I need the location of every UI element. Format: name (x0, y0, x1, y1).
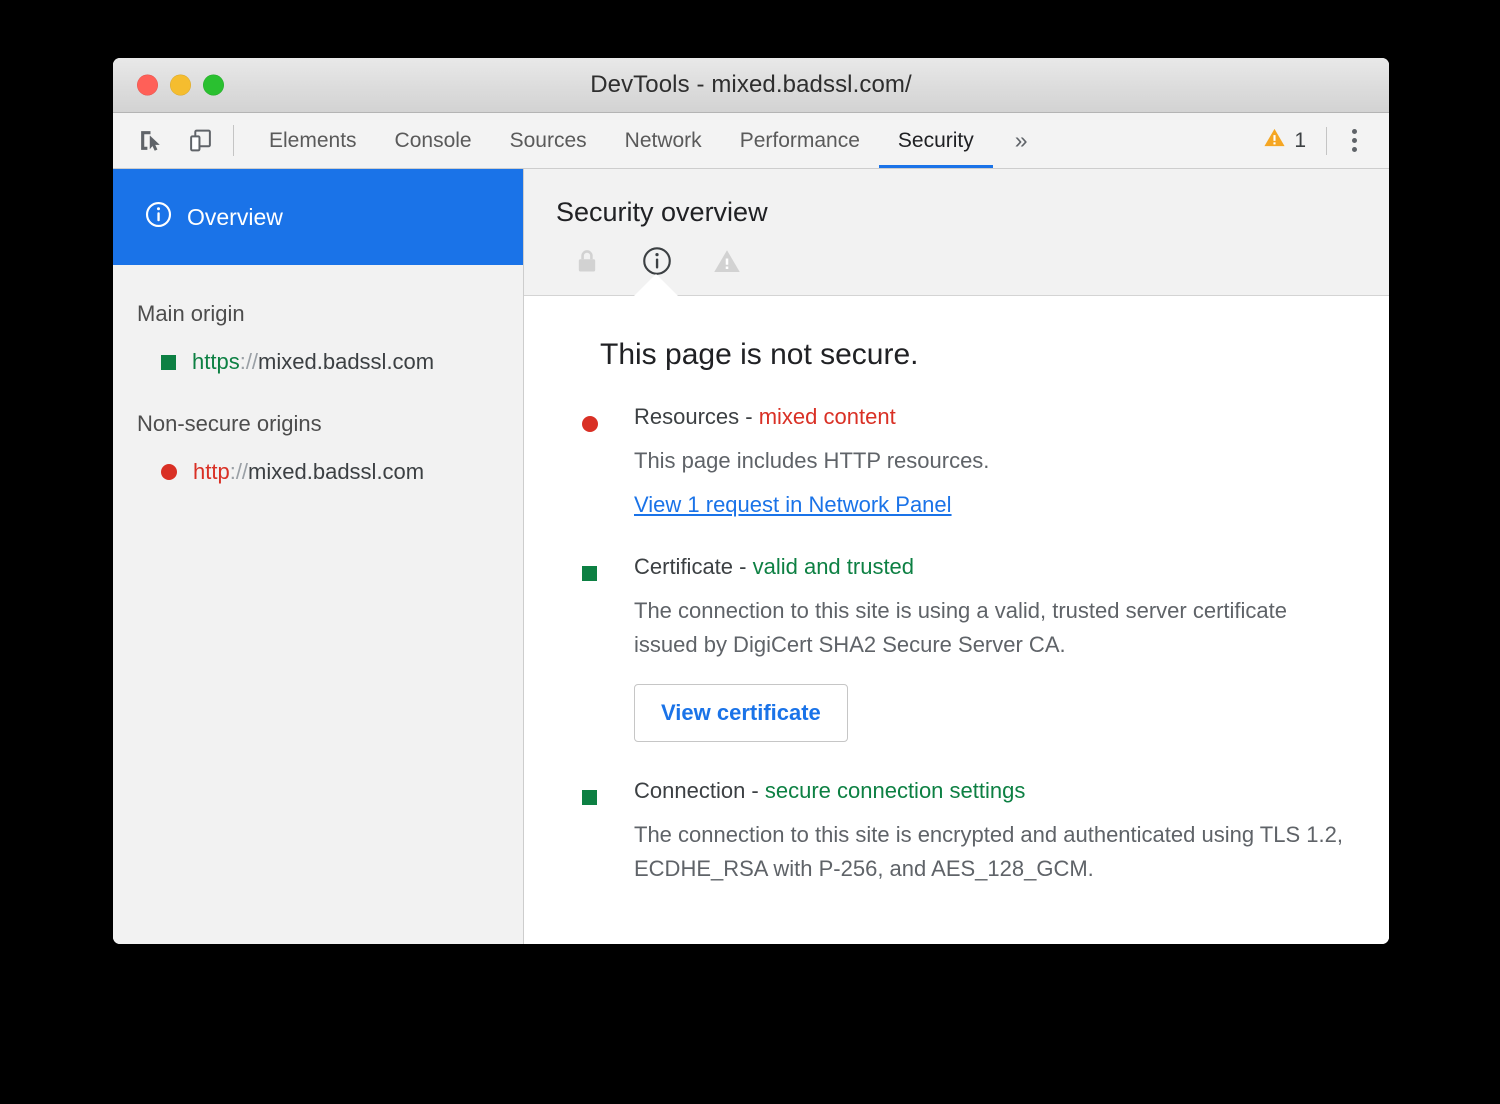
insecure-circle-icon (161, 464, 177, 480)
info-circle-icon[interactable] (640, 244, 674, 278)
secure-square-icon (582, 790, 597, 805)
sidebar-origin-https[interactable]: https://mixed.badssl.com (113, 327, 523, 375)
section-body: Resources - mixed content This page incl… (634, 404, 1349, 518)
section-title-value: mixed content (759, 404, 896, 429)
origin-host: mixed.badssl.com (258, 349, 434, 374)
tab-console[interactable]: Console (376, 113, 491, 168)
window-titlebar: DevTools - mixed.badssl.com/ (113, 58, 1389, 113)
security-sidebar: Overview Main origin https://mixed.badss… (113, 169, 524, 944)
tab-elements[interactable]: Elements (250, 113, 376, 168)
security-overview-content: This page is not secure. Resources - mix… (524, 296, 1389, 922)
section-title-value: valid and trusted (753, 554, 914, 579)
panel-tabs: Elements Console Sources Network Perform… (250, 113, 1050, 168)
lock-icon[interactable] (570, 244, 604, 278)
warning-indicator[interactable]: 1 (1251, 126, 1318, 155)
inspect-cursor-icon[interactable] (131, 122, 169, 160)
origin-scheme: http (193, 459, 230, 484)
active-state-pointer (634, 274, 678, 296)
toolbar-right-divider (1326, 127, 1327, 155)
security-panel-body: Overview Main origin https://mixed.badss… (113, 169, 1389, 944)
secure-square-icon (582, 566, 597, 581)
section-connection: Connection - secure connection settings … (572, 778, 1349, 886)
devtools-window: DevTools - mixed.badssl.com/ (113, 58, 1389, 944)
section-title: Resources - mixed content (634, 404, 1349, 430)
tab-network[interactable]: Network (606, 113, 721, 168)
devtools-tool-buttons (131, 113, 233, 168)
security-state-icons (556, 228, 1389, 278)
section-certificate: Certificate - valid and trusted The conn… (572, 554, 1349, 742)
security-main-panel: Security overview (524, 169, 1389, 944)
section-title: Certificate - valid and trusted (634, 554, 1349, 580)
origin-separator: :// (230, 459, 248, 484)
kebab-menu-icon[interactable] (1335, 122, 1373, 160)
warning-count: 1 (1294, 129, 1306, 153)
tab-security[interactable]: Security (879, 113, 993, 168)
section-body: Certificate - valid and trusted The conn… (634, 554, 1349, 742)
section-resources: Resources - mixed content This page incl… (572, 404, 1349, 518)
window-traffic-lights (137, 75, 224, 96)
section-title-value: secure connection settings (765, 778, 1026, 803)
secure-square-icon (161, 355, 176, 370)
origin-host: mixed.badssl.com (248, 459, 424, 484)
toolbar-divider (233, 125, 234, 156)
section-title-label: Connection - (634, 778, 765, 803)
origin-url: http://mixed.badssl.com (193, 459, 424, 485)
section-title-label: Certificate - (634, 554, 753, 579)
screenshot-root: DevTools - mixed.badssl.com/ (0, 0, 1500, 1104)
section-marker (572, 554, 634, 742)
origin-scheme: https (192, 349, 240, 374)
section-description: The connection to this site is encrypted… (634, 818, 1349, 886)
tab-performance[interactable]: Performance (721, 113, 879, 168)
tabbar-right-controls: 1 (1251, 113, 1389, 168)
security-headline: This page is not secure. (572, 338, 1349, 372)
origin-url: https://mixed.badssl.com (192, 349, 434, 375)
info-circle-icon (145, 201, 172, 234)
sidebar-item-label: Overview (187, 204, 283, 231)
origin-separator: :// (240, 349, 258, 374)
section-marker (572, 404, 634, 518)
section-body: Connection - secure connection settings … (634, 778, 1349, 886)
sidebar-origin-http[interactable]: http://mixed.badssl.com (113, 437, 523, 485)
insecure-circle-icon (582, 416, 598, 432)
warning-triangle-icon[interactable] (710, 244, 744, 278)
close-window-button[interactable] (137, 75, 158, 96)
device-toolbar-icon[interactable] (181, 122, 219, 160)
sidebar-group-main-origin: Main origin (113, 265, 523, 327)
page-title: Security overview (556, 197, 1389, 228)
warning-triangle-icon (1263, 126, 1286, 155)
maximize-window-button[interactable] (203, 75, 224, 96)
section-title-label: Resources - (634, 404, 759, 429)
view-requests-link[interactable]: View 1 request in Network Panel (634, 492, 952, 518)
section-description: This page includes HTTP resources. (634, 444, 1349, 478)
tab-sources[interactable]: Sources (491, 113, 606, 168)
sidebar-item-overview[interactable]: Overview (113, 169, 523, 265)
view-certificate-button[interactable]: View certificate (634, 684, 848, 742)
section-title: Connection - secure connection settings (634, 778, 1349, 804)
section-marker (572, 778, 634, 886)
minimize-window-button[interactable] (170, 75, 191, 96)
security-overview-header: Security overview (524, 169, 1389, 296)
devtools-tabbar: Elements Console Sources Network Perform… (113, 113, 1389, 169)
section-description: The connection to this site is using a v… (634, 594, 1349, 662)
sidebar-group-non-secure-origins: Non-secure origins (113, 375, 523, 437)
chevron-double-right-icon[interactable]: » (993, 113, 1050, 168)
window-title: DevTools - mixed.badssl.com/ (113, 71, 1389, 99)
